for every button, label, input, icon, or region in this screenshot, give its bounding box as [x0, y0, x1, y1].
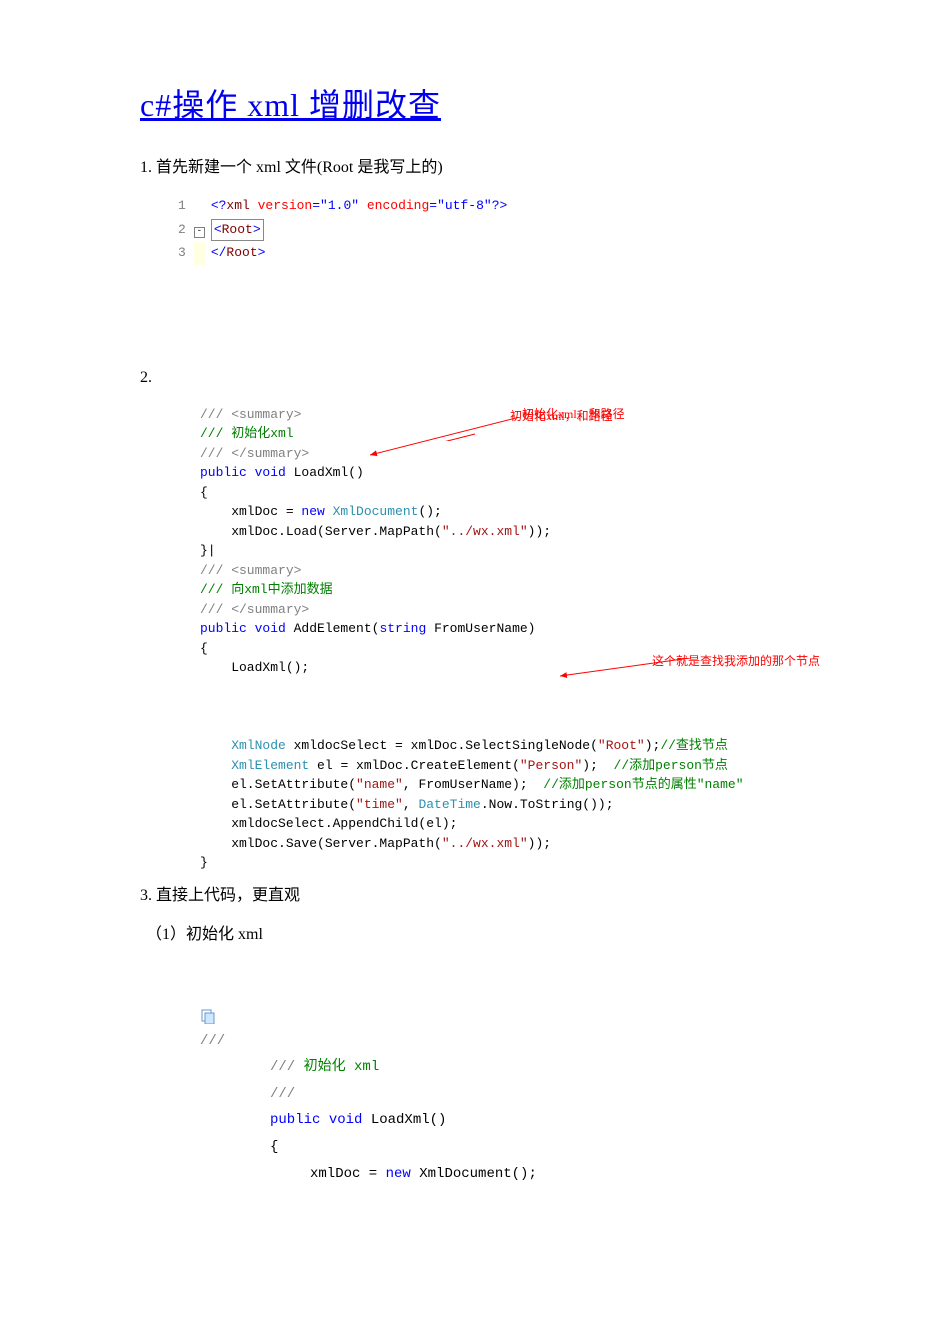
annotation-text: 初始化xml，和路径	[522, 405, 625, 423]
comment: /// <summary>	[200, 407, 301, 422]
line-number: 1	[170, 195, 194, 218]
comment: ///	[200, 1081, 805, 1108]
tag-name: Root	[226, 245, 257, 260]
keyword: void	[247, 621, 286, 636]
type-name: XmlNode	[231, 738, 286, 753]
tag-open: <	[214, 222, 222, 237]
keyword: new	[386, 1166, 420, 1182]
attr-name: version	[250, 198, 312, 213]
comment: /// 初始化xml	[200, 426, 294, 441]
tag-close: >	[258, 245, 266, 260]
attr-name: encoding	[359, 198, 429, 213]
comment: ///	[200, 1033, 225, 1049]
string-literal: "Person"	[520, 758, 582, 773]
gutter	[194, 195, 205, 218]
type-name: XmlDocument	[325, 504, 419, 519]
step-3-sub: （1）初始化 xml	[146, 922, 805, 948]
code-content: <?xml version="1.0" encoding="utf-8"?>	[205, 195, 509, 218]
code-block-csharp: /// /// 初始化 xml /// public void LoadXml(…	[200, 1028, 805, 1188]
comment-text: 初始化 xml	[304, 1059, 380, 1075]
code-text: el = xmlDoc.CreateElement(	[309, 758, 520, 773]
comment: //添加person节点	[614, 758, 728, 773]
comment: //添加person节点的属性"name"	[543, 777, 743, 792]
line-number: 2	[170, 218, 194, 243]
comment: /// </summary>	[200, 446, 309, 461]
code-block-xml: 1 <?xml version="1.0" encoding="utf-8"?>…	[170, 195, 508, 265]
code-content: </Root>	[205, 242, 509, 265]
code-text: xmlDoc =	[310, 1166, 386, 1182]
string-literal: "Root"	[598, 738, 645, 753]
code-text: xmldocSelect = xmlDoc.SelectSingleNode(	[286, 738, 598, 753]
step-2-text: 2.	[140, 365, 805, 391]
comment: /// 向xml中添加数据	[200, 582, 333, 597]
keyword: void	[247, 465, 286, 480]
code-text: , FromUserName);	[403, 777, 543, 792]
xml-name: xml	[226, 198, 249, 213]
method-name: LoadXml()	[286, 465, 364, 480]
code-text: );	[582, 758, 613, 773]
step-3-text: 3. 直接上代码，更直观	[140, 883, 805, 909]
code-text: ,	[403, 797, 419, 812]
code-text	[200, 738, 231, 753]
step-1-text: 1. 首先新建一个 xml 文件(Root 是我写上的)	[140, 155, 805, 181]
arrow-icon	[305, 427, 485, 441]
keyword: void	[329, 1112, 371, 1128]
keyword: public	[200, 621, 247, 636]
code-line: 3 </Root>	[170, 242, 508, 265]
code-text: el.SetAttribute(	[200, 777, 356, 792]
code-text: ));	[528, 836, 551, 851]
tag-name: Root	[222, 222, 253, 237]
code-content: <Root>	[205, 218, 509, 243]
type-name: DateTime	[418, 797, 480, 812]
fold-minus-icon[interactable]: -	[194, 227, 205, 238]
tag-open: </	[211, 245, 227, 260]
keyword: new	[301, 504, 324, 519]
attr-value: ="1.0"	[312, 198, 359, 213]
method-name: AddElement(	[286, 621, 380, 636]
tag-close: >	[253, 222, 261, 237]
comment: //查找节点	[660, 738, 728, 753]
page-title: c#操作 xml 增删改查	[140, 80, 805, 131]
fold-gutter[interactable]: -	[194, 218, 205, 243]
comment: ///	[270, 1059, 304, 1075]
code-text: .Now.ToString());	[481, 797, 614, 812]
code-block-annotated: /// <summary> /// 初始化xml 初始化xml，和路径 初始化x…	[200, 405, 805, 873]
code-text: );	[645, 738, 661, 753]
string-literal: "../wx.xml"	[442, 836, 528, 851]
code-text: xmlDoc.Load(Server.MapPath(	[200, 524, 442, 539]
code-line: 2 - <Root>	[170, 218, 508, 243]
code-text	[200, 758, 231, 773]
keyword: public	[200, 465, 247, 480]
code-text: ));	[528, 524, 551, 539]
brace: {	[200, 1134, 805, 1161]
comment: /// </summary>	[200, 602, 309, 617]
code-line: 1 <?xml version="1.0" encoding="utf-8"?>	[170, 195, 508, 218]
brace-cursor: }|	[200, 541, 805, 561]
annotation-text: 这个就是查找我添加的那个节点	[652, 652, 820, 670]
string-literal: "name"	[356, 777, 403, 792]
line-number: 3	[170, 242, 194, 265]
type-name: XmlElement	[231, 758, 309, 773]
copy-icon[interactable]	[200, 1007, 216, 1023]
code-text: xmldocSelect.AppendChild(el);	[200, 814, 805, 834]
string-literal: "time"	[356, 797, 403, 812]
gutter	[194, 242, 205, 265]
keyword: string	[379, 621, 426, 636]
attr-value: ="utf-8"	[429, 198, 491, 213]
xml-decl-end: ?>	[492, 198, 508, 213]
code-text: LoadXml();	[200, 660, 309, 675]
comment: /// <summary>	[200, 563, 301, 578]
code-text: xmlDoc.Save(Server.MapPath(	[200, 836, 442, 851]
xml-decl-start: <?	[211, 198, 227, 213]
code-text: ();	[418, 504, 441, 519]
method-name: LoadXml()	[371, 1112, 447, 1128]
param: FromUserName)	[426, 621, 535, 636]
code-text: xmlDoc =	[200, 504, 301, 519]
string-literal: "../wx.xml"	[442, 524, 528, 539]
brace: {	[200, 483, 805, 503]
code-text: XmlDocument();	[419, 1166, 537, 1182]
keyword: public	[270, 1112, 329, 1128]
code-text: el.SetAttribute(	[200, 797, 356, 812]
brace: }	[200, 853, 805, 873]
